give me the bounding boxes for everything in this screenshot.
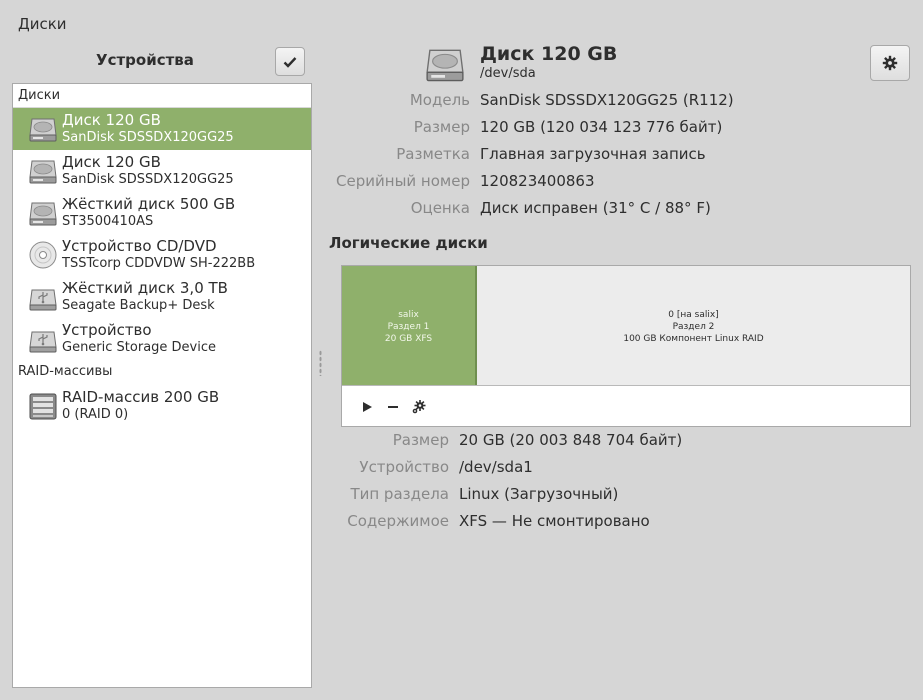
volumes-panel: salix Раздел 1 20 GB XFS 0 [на salix] Ра…	[341, 265, 911, 427]
device-item-raid-200gb[interactable]: RAID-массив 200 GB 0 (RAID 0)	[13, 384, 311, 428]
device-name: Устройство CD/DVD	[62, 237, 217, 255]
section-label-disks: Диски	[13, 84, 311, 108]
app-title: Диски	[18, 15, 67, 33]
optical-disc-icon	[27, 239, 59, 271]
disk-settings-button[interactable]	[870, 45, 910, 81]
device-item-hdd-500gb[interactable]: Жёсткий диск 500 GB ST3500410AS	[13, 192, 311, 234]
gears-icon	[412, 399, 426, 413]
device-model: SanDisk SDSSDX120GG25	[62, 130, 234, 145]
partition-settings-button[interactable]	[406, 394, 432, 420]
volume-toolbar	[342, 387, 910, 426]
devices-header: Устройства	[96, 51, 194, 69]
detail-value-device: /dev/sda1	[459, 458, 533, 476]
device-name: Диск 120 GB	[62, 153, 161, 171]
prop-value-partitioning: Главная загрузочная запись	[480, 145, 706, 163]
usb-drive-icon	[27, 281, 59, 313]
device-model: TSSTcorp CDDVDW SH-222BB	[62, 256, 256, 271]
prop-value-serial: 120823400863	[480, 172, 595, 190]
volumes-header: Логические диски	[329, 234, 488, 252]
device-name: Устройство	[62, 321, 152, 339]
hard-disk-icon	[27, 113, 59, 145]
hard-disk-icon	[27, 155, 59, 187]
detail-value-contents: XFS — Не смонтировано	[459, 512, 650, 530]
prop-value-model: SanDisk SDSSDX120GG25 (R112)	[480, 91, 734, 109]
device-name: Жёсткий диск 500 GB	[62, 195, 236, 213]
volume-map: salix Раздел 1 20 GB XFS 0 [на salix] Ра…	[342, 266, 910, 386]
gear-icon	[882, 55, 898, 71]
partition-label: 0 [на salix]	[668, 310, 719, 320]
partition-info: 20 GB XFS	[384, 334, 433, 344]
device-name: Жёсткий диск 3,0 TB	[62, 279, 228, 297]
detail-label-partition-type: Тип раздела	[350, 485, 449, 503]
prop-label-model: Модель	[409, 91, 470, 109]
detail-value-size: 20 GB (20 003 848 704 байт)	[459, 431, 683, 449]
mount-button[interactable]	[354, 394, 380, 420]
partition-number: Раздел 1	[387, 322, 430, 332]
disk-path: /dev/sda	[480, 66, 536, 81]
device-model: 0 (RAID 0)	[62, 407, 129, 422]
hard-disk-icon	[27, 197, 59, 229]
prop-value-assessment: Диск исправен (31° C / 88° F)	[480, 199, 711, 217]
disk-title: Диск 120 GB	[480, 43, 618, 65]
section-label-raid: RAID-массивы	[18, 364, 113, 379]
checkmark-icon	[283, 56, 297, 68]
delete-partition-button[interactable]	[380, 394, 406, 420]
device-model: Seagate Backup+ Desk	[62, 298, 215, 313]
detail-label-contents: Содержимое	[347, 512, 449, 530]
detail-value-partition-type: Linux (Загрузочный)	[459, 485, 619, 503]
device-item-disk-120gb-2[interactable]: Диск 120 GB SanDisk SDSSDX120GG25	[13, 150, 311, 192]
play-icon	[363, 401, 372, 412]
raid-array-icon	[27, 390, 59, 422]
pane-resize-handle[interactable]	[319, 350, 322, 376]
usb-drive-icon	[27, 323, 59, 355]
partition-number: Раздел 2	[672, 322, 715, 332]
minus-icon	[388, 405, 398, 408]
device-item-hdd-3tb[interactable]: Жёсткий диск 3,0 TB Seagate Backup+ Desk	[13, 276, 311, 318]
device-item-cd-dvd[interactable]: Устройство CD/DVD TSSTcorp CDDVDW SH-222…	[13, 234, 311, 276]
detail-label-device: Устройство	[359, 458, 449, 476]
prop-label-partitioning: Разметка	[396, 145, 470, 163]
device-model: Generic Storage Device	[62, 340, 217, 355]
detail-label-size: Размер	[392, 431, 449, 449]
partition-info: 100 GB Компонент Linux RAID	[623, 334, 764, 344]
device-item-generic-storage[interactable]: Устройство Generic Storage Device	[13, 318, 311, 360]
select-mode-button[interactable]	[275, 47, 305, 76]
partition-1-block[interactable]: salix Раздел 1 20 GB XFS	[342, 266, 477, 385]
partition-2-block[interactable]: 0 [на salix] Раздел 2 100 GB Компонент L…	[477, 266, 910, 385]
device-model: ST3500410AS	[62, 214, 154, 229]
prop-label-size: Размер	[413, 118, 470, 136]
device-item-disk-120gb-1[interactable]: Диск 120 GB SanDisk SDSSDX120GG25	[13, 108, 311, 150]
prop-label-serial: Серийный номер	[336, 172, 470, 190]
prop-value-size: 120 GB (120 034 123 776 байт)	[480, 118, 723, 136]
device-name: RAID-массив 200 GB	[62, 388, 220, 406]
prop-label-assessment: Оценка	[410, 199, 470, 217]
device-model: SanDisk SDSSDX120GG25	[62, 172, 234, 187]
hard-disk-icon	[420, 42, 470, 86]
device-list[interactable]: Диски Диск 120 GB SanDisk SDSSDX120GG25 …	[12, 83, 312, 688]
device-name: Диск 120 GB	[62, 111, 161, 129]
partition-label: salix	[398, 310, 419, 320]
